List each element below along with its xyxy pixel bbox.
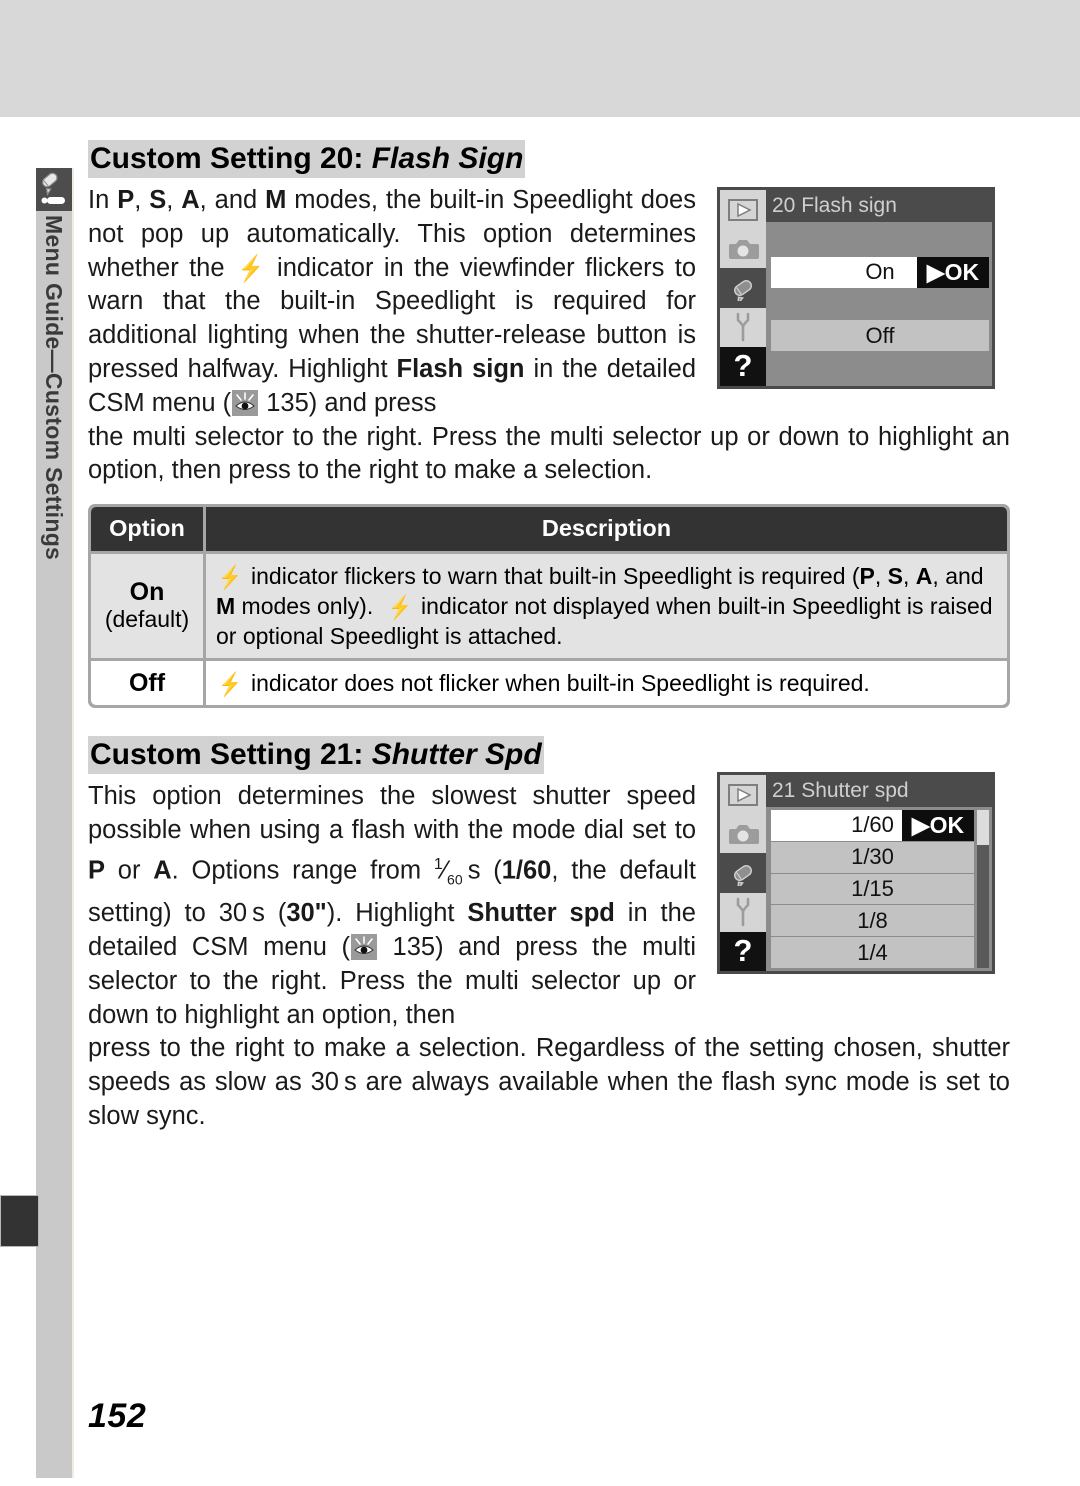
flash-bolt-icon: ⚡ [218,564,242,591]
lcd-row-blank [771,351,989,383]
section-20-prefix: Custom Setting 20: [90,142,364,175]
section-20-name: Flash Sign [371,142,524,175]
lcd-row-label: 1/15 [851,875,894,901]
page-top-band [0,0,1080,117]
pencil-icon [720,853,766,893]
lcd-row-blank [771,288,989,320]
option-label-on: On [129,578,165,607]
lcd-row-label: Off [865,322,895,348]
table-cell-option: On (default) [91,554,203,659]
eye-icon [232,389,259,416]
column-header-description: Description [206,507,1007,552]
flash-bolt-icon: ⚡ [238,254,264,283]
table-cell-option: Off [91,661,203,706]
table-cell-description: ⚡ indicator flickers to warn that built-… [206,554,1007,659]
page-number: 152 [88,1397,147,1435]
lcd-title: 21 Shutter spd [766,775,992,807]
play-icon [720,775,766,814]
pencil-icon [720,268,766,308]
lcd-scrollbar[interactable] [977,810,989,968]
lcd-screenshot-flash-sign: ? 20 Flash sign On ▶ OK Off [717,187,995,389]
section-21-ref-page: 135 [392,932,436,961]
camera-icon [720,814,766,853]
table-row: On (default) ⚡ indicator flickers to war… [91,554,1007,659]
lcd-row-label: 1/4 [857,939,888,965]
option-sublabel-default: (default) [104,606,190,633]
lcd-row-label: 1/30 [851,844,894,870]
lcd-row-1-60[interactable]: 1/60 ▶ OK [771,810,974,841]
option-label-off: Off [128,668,166,697]
column-header-option: Option [91,507,203,552]
flash-sign-options-table: Option Description On (default) ⚡ indica… [88,504,1010,709]
lcd-row-1-30[interactable]: 1/30 [771,841,974,873]
table-row: Off ⚡ indicator does not flicker when bu… [91,661,1007,706]
section-21-prefix: Custom Setting 21: [90,738,364,772]
section-heading-20: Custom Setting 20: Flash Sign [88,140,526,178]
flash-bolt-icon: ⚡ [388,594,412,621]
table-cell-description: ⚡ indicator does not flicker when built-… [206,661,1007,706]
lcd-row-label: 1/60 [851,812,894,838]
play-icon [720,190,766,229]
lcd-row-off[interactable]: Off [771,319,989,352]
lcd-main-panel: 21 Shutter spd 1/60 ▶ OK 1/30 1/15 1/8 1… [766,775,992,971]
pencil-icon [36,168,72,211]
lcd-row-on[interactable]: On ▶ OK [771,256,989,289]
lcd-row-1-4[interactable]: 1/4 [771,937,974,968]
lcd-ok-badge: ▶ OK [917,256,989,289]
camera-icon [720,229,766,268]
question-icon: ? [720,346,766,386]
lcd-title: 20 Flash sign [766,190,992,222]
lcd-row-label: 1/8 [857,907,888,933]
lcd-tab-rail: ? [720,775,766,971]
section-21-body-part-b: press to the right to make a selection. … [88,1034,1010,1130]
wrench-icon [720,308,766,347]
lcd-option-list: 1/60 ▶ OK 1/30 1/15 1/8 1/4 [766,807,992,971]
eye-icon [350,933,377,960]
section-20-body-part-b: the multi selector to the right. Press t… [88,422,1010,485]
lcd-option-list: On ▶ OK Off [766,222,992,386]
flash-bolt-icon: ⚡ [218,671,242,698]
page-edge-marker [0,1195,39,1247]
section-heading-21: Custom Setting 21: Shutter Spd [88,736,544,775]
sidebar-rail-lower [36,1178,74,1478]
question-icon: ? [720,931,766,971]
lcd-row-label: On [865,259,895,285]
lcd-row-blank [771,225,989,257]
table-header-row: Option Description [91,507,1007,552]
section-21-name: Shutter Spd [371,738,542,772]
lcd-tab-rail: ? [720,190,766,386]
lcd-main-panel: 20 Flash sign On ▶ OK Off [766,190,992,386]
lcd-row-1-15[interactable]: 1/15 [771,873,974,905]
section-20-ref-page: 135 [266,388,309,417]
wrench-icon [720,893,766,932]
lcd-ok-badge: ▶ OK [902,810,974,841]
lcd-row-1-8[interactable]: 1/8 [771,905,974,937]
sidebar-chapter-label: Menu Guide—Custom Settings [41,215,67,561]
section-21-body-part-a: This option determines the slowest shutt… [88,782,696,1029]
section-20-body-part-a: In P, S, A, and M modes, the built-in Sp… [88,186,697,417]
lcd-scrollbar-thumb[interactable] [977,810,989,845]
lcd-screenshot-shutter-spd: ? 21 Shutter spd 1/60 ▶ OK 1/30 1/15 1/8… [717,772,995,974]
